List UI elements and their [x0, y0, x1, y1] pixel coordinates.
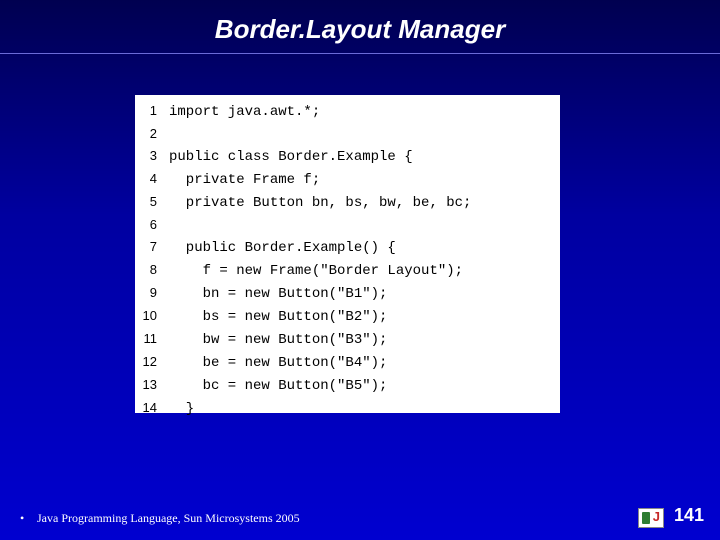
code-text: f = new Frame("Border Layout"); — [169, 260, 463, 282]
code-line: 10 bs = new Button("B2"); — [135, 305, 560, 328]
line-number: 14 — [135, 397, 169, 419]
code-line: 1import java.awt.*; — [135, 100, 560, 123]
code-text: private Button bn, bs, bw, be, bc; — [169, 192, 471, 214]
footer: • Java Programming Language, Sun Microsy… — [20, 511, 300, 526]
line-number: 4 — [135, 168, 169, 190]
line-number: 13 — [135, 374, 169, 396]
code-line: 11 bw = new Button("B3"); — [135, 328, 560, 351]
code-line: 7 public Border.Example() { — [135, 236, 560, 259]
line-number: 10 — [135, 305, 169, 327]
line-number: 9 — [135, 282, 169, 304]
code-line: 4 private Frame f; — [135, 168, 560, 191]
code-line: 5 private Button bn, bs, bw, be, bc; — [135, 191, 560, 214]
code-line: 13 bc = new Button("B5"); — [135, 374, 560, 397]
code-line: 12 be = new Button("B4"); — [135, 351, 560, 374]
code-text: bc = new Button("B5"); — [169, 375, 387, 397]
line-number: 5 — [135, 191, 169, 213]
footer-text: Java Programming Language, Sun Microsyst… — [37, 511, 300, 525]
code-line: 14 } — [135, 397, 560, 420]
code-line: 6 — [135, 214, 560, 236]
line-number: 12 — [135, 351, 169, 373]
line-number: 1 — [135, 100, 169, 122]
code-line: 8 f = new Frame("Border Layout"); — [135, 259, 560, 282]
line-number: 7 — [135, 236, 169, 258]
line-number: 8 — [135, 259, 169, 281]
code-line: 3public class Border.Example { — [135, 145, 560, 168]
line-number: 11 — [135, 328, 169, 350]
code-text: public Border.Example() { — [169, 237, 396, 259]
code-text: bw = new Button("B3"); — [169, 329, 387, 351]
code-text: bs = new Button("B2"); — [169, 306, 387, 328]
line-number: 6 — [135, 214, 169, 236]
footer-bullet: • — [20, 511, 34, 526]
code-listing: 1import java.awt.*; 2 3public class Bord… — [135, 95, 560, 413]
code-text: } — [169, 398, 194, 420]
title-divider — [0, 53, 720, 54]
logo-icon — [638, 508, 664, 528]
code-text: private Frame f; — [169, 169, 320, 191]
code-line: 2 — [135, 123, 560, 145]
code-text: be = new Button("B4"); — [169, 352, 387, 374]
line-number: 2 — [135, 123, 169, 145]
code-text: bn = new Button("B1"); — [169, 283, 387, 305]
code-text: import java.awt.*; — [169, 101, 320, 123]
page-number: 141 — [674, 505, 704, 526]
slide-title: Border.Layout Manager — [0, 0, 720, 53]
line-number: 3 — [135, 145, 169, 167]
code-line: 9 bn = new Button("B1"); — [135, 282, 560, 305]
code-text: public class Border.Example { — [169, 146, 413, 168]
